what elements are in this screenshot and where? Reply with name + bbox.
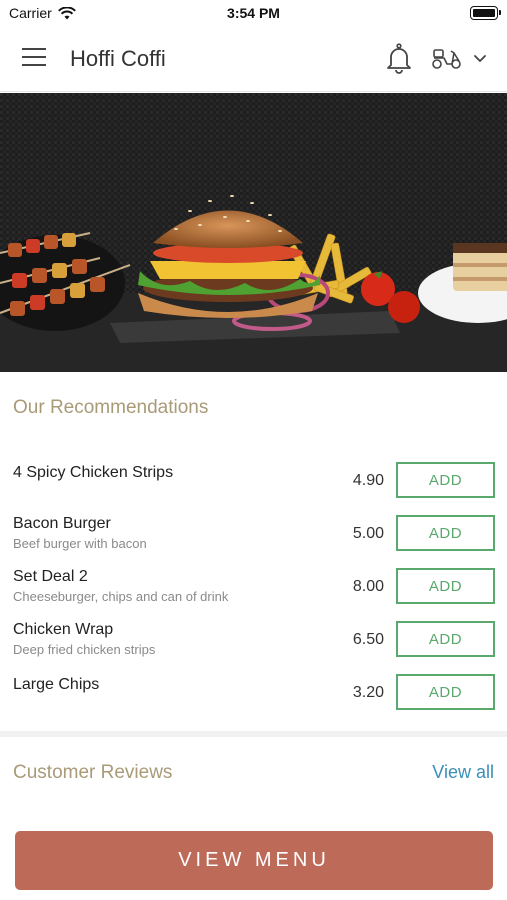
menu-item-name: Set Deal 2	[13, 568, 88, 585]
menu-item-row: Set Deal 2 Cheeseburger, chips and can o…	[0, 568, 507, 614]
view-all-link[interactable]: View all	[432, 762, 494, 783]
reviews-title: Customer Reviews	[13, 762, 173, 783]
menu-item-name: Large Chips	[13, 676, 100, 693]
menu-item-name: Chicken Wrap	[13, 621, 114, 638]
menu-item-price: 3.20	[352, 684, 384, 701]
section-divider	[0, 731, 507, 737]
add-button[interactable]: ADD	[396, 568, 495, 604]
menu-item-name: Bacon Burger	[13, 515, 111, 532]
menu-item-row: Chicken Wrap Deep fried chicken strips 6…	[0, 621, 507, 667]
battery-icon	[470, 6, 501, 20]
app-title: Hoffi Coffi	[70, 46, 166, 71]
top-nav-bar: Hoffi Coffi	[0, 26, 507, 92]
menu-icon[interactable]	[22, 48, 48, 68]
view-menu-button[interactable]: VIEW MENU	[15, 831, 493, 890]
hero-food-image	[0, 93, 507, 372]
menu-item-price: 8.00	[352, 578, 384, 595]
hero-illustration	[0, 93, 507, 372]
status-time: 3:54 PM	[227, 5, 280, 21]
add-button[interactable]: ADD	[396, 674, 495, 710]
menu-item-row: 4 Spicy Chicken Strips 4.90 ADD	[0, 462, 507, 508]
bell-icon[interactable]	[385, 43, 413, 75]
recommendations-title: Our Recommendations	[13, 397, 209, 418]
menu-item-description: Beef burger with bacon	[13, 536, 147, 551]
menu-item-name: 4 Spicy Chicken Strips	[13, 464, 174, 481]
add-button[interactable]: ADD	[396, 515, 495, 551]
scooter-icon[interactable]	[430, 45, 464, 71]
menu-item-row: Bacon Burger Beef burger with bacon 5.00…	[0, 515, 507, 561]
chevron-down-icon[interactable]	[472, 52, 488, 66]
menu-item-price: 6.50	[352, 631, 384, 648]
menu-item-price: 4.90	[352, 472, 384, 489]
menu-item-row: Large Chips 3.20 ADD	[0, 674, 507, 720]
add-button[interactable]: ADD	[396, 621, 495, 657]
menu-item-description: Deep fried chicken strips	[13, 642, 156, 657]
status-bar: Carrier 3:54 PM	[0, 0, 507, 26]
menu-item-price: 5.00	[352, 525, 384, 542]
menu-item-description: Cheeseburger, chips and can of drink	[13, 589, 229, 604]
add-button[interactable]: ADD	[396, 462, 495, 498]
